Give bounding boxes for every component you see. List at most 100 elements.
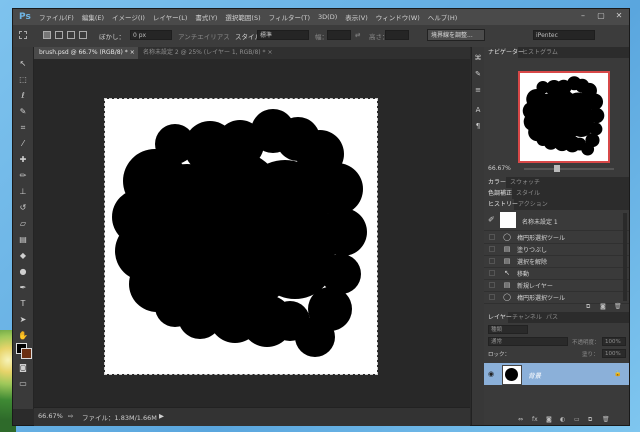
refine-edge-button[interactable]: 境界線を調整... — [427, 29, 485, 41]
layer-row-background[interactable]: ◉ 背景 🔒 — [484, 363, 629, 385]
zoom-slider-thumb[interactable] — [554, 165, 560, 172]
trash-icon[interactable]: 🗑 — [614, 303, 622, 310]
layer-mask-icon[interactable]: ◙ — [546, 416, 552, 423]
eyedropper-tool-icon[interactable]: ⁄ — [16, 137, 30, 151]
menu-file[interactable]: ファイル(F) — [39, 12, 74, 22]
menu-image[interactable]: イメージ(I) — [112, 12, 145, 22]
clone-stamp-tool-icon[interactable]: ⊥ — [16, 185, 30, 199]
properties-icon[interactable]: ≡ — [473, 85, 483, 95]
blur-tool-icon[interactable]: ◆ — [16, 249, 30, 263]
style-select[interactable]: 標準 — [257, 30, 309, 40]
dodge-tool-icon[interactable]: ● — [16, 265, 30, 279]
intersect-selection-icon[interactable] — [79, 31, 87, 39]
blend-mode-select[interactable]: 通常 — [488, 337, 568, 346]
menu-filter[interactable]: フィルター(T) — [269, 12, 310, 22]
maximize-button[interactable]: ▢ — [595, 11, 607, 21]
history-checkbox[interactable] — [489, 246, 495, 252]
document-canvas[interactable] — [104, 98, 378, 375]
tab-styles[interactable]: スタイル — [512, 188, 540, 199]
opacity-input[interactable]: 100% — [602, 337, 626, 346]
tab-brush-psd[interactable]: brush.psd @ 66.7% (RGB/8) * × — [34, 47, 138, 59]
menu-edit[interactable]: 編集(E) — [82, 12, 104, 22]
history-panel-icon[interactable]: ⌘ — [473, 53, 483, 63]
screen-mode-icon[interactable]: ▭ — [16, 377, 30, 391]
new-document-from-state-icon[interactable]: ⧉ — [586, 303, 590, 311]
snapshot-camera-icon[interactable]: ◙ — [600, 303, 606, 310]
antialias-checkbox-label[interactable]: アンチエイリアス — [178, 31, 230, 41]
navigator-preview[interactable] — [518, 71, 610, 163]
tab-actions[interactable]: アクション — [514, 199, 548, 210]
crop-tool-icon[interactable]: ⌗ — [16, 121, 30, 135]
history-checkbox[interactable] — [489, 294, 495, 300]
tab-channels[interactable]: チャンネル — [508, 312, 542, 323]
hand-tool-icon[interactable]: ✋ — [16, 329, 30, 343]
delete-layer-icon[interactable]: 🗑 — [602, 416, 610, 423]
tab-swatches[interactable]: スウォッチ — [506, 177, 542, 188]
character-icon[interactable]: A — [473, 105, 483, 115]
gradient-tool-icon[interactable]: ▤ — [16, 233, 30, 247]
subtract-selection-icon[interactable] — [67, 31, 75, 39]
menu-view[interactable]: 表示(V) — [345, 12, 368, 22]
export-icon[interactable]: ⇨ — [68, 412, 73, 420]
tab-untitled-2[interactable]: 名称未設定 2 @ 25% (レイヤー 1, RGB/8) * × — [138, 47, 300, 59]
history-brush-tool-icon[interactable]: ↺ — [16, 201, 30, 215]
minimize-button[interactable]: – — [577, 11, 589, 21]
swap-icon[interactable]: ⇄ — [355, 31, 360, 39]
marquee-tool-icon[interactable]: ⬚ — [16, 73, 30, 87]
tab-adjustments[interactable]: 色調補正 — [484, 188, 512, 199]
quick-select-tool-icon[interactable]: ✎ — [16, 105, 30, 119]
brush-presets-icon[interactable]: ✎ — [473, 69, 483, 79]
history-brush-icon[interactable]: ✐ — [488, 215, 495, 224]
status-menu-arrow-icon[interactable]: ▶ — [159, 412, 164, 420]
tab-histogram[interactable]: ヒストグラム — [518, 47, 558, 58]
new-group-icon[interactable]: ▭ — [574, 416, 580, 423]
layer-style-icon[interactable]: fx — [532, 416, 538, 423]
tab-color[interactable]: カラー — [484, 177, 506, 188]
fill-input[interactable]: 100% — [602, 349, 626, 358]
tab-navigator[interactable]: ナビゲーター — [484, 47, 524, 58]
new-selection-icon[interactable] — [43, 31, 51, 39]
new-layer-icon[interactable]: ⧉ — [588, 416, 592, 424]
marquee-preset-icon[interactable] — [19, 31, 27, 39]
history-checkbox[interactable] — [489, 258, 495, 264]
menu-layer[interactable]: レイヤー(L) — [153, 12, 188, 22]
brush-tool-icon[interactable]: ✏ — [16, 169, 30, 183]
type-tool-icon[interactable]: T — [16, 297, 30, 311]
tab-layers[interactable]: レイヤー — [484, 312, 512, 323]
tab-paths[interactable]: パス — [542, 312, 560, 323]
history-scrollbar[interactable] — [623, 213, 627, 301]
menu-3d[interactable]: 3D(D) — [318, 13, 337, 21]
lasso-tool-icon[interactable]: ℓ — [16, 89, 30, 103]
eraser-tool-icon[interactable]: ▱ — [16, 217, 30, 231]
navigator-zoom-slider[interactable] — [524, 168, 614, 170]
menu-help[interactable]: ヘルプ(H) — [428, 12, 457, 22]
close-tab-icon[interactable]: × — [267, 49, 272, 56]
navigator-zoom[interactable]: 66.67% — [488, 165, 511, 172]
canvas-area[interactable] — [34, 59, 470, 407]
background-color-swatch[interactable] — [21, 348, 32, 359]
close-tab-icon[interactable]: × — [130, 49, 135, 56]
healing-brush-tool-icon[interactable]: ✚ — [16, 153, 30, 167]
width-input[interactable] — [327, 30, 351, 40]
adjustment-layer-icon[interactable]: ◐ — [560, 416, 565, 423]
height-input[interactable] — [385, 30, 409, 40]
zoom-level[interactable]: 66.67% — [38, 412, 63, 420]
history-snapshot[interactable]: ✐ 名称未設定 1 — [484, 210, 629, 231]
add-selection-icon[interactable] — [55, 31, 63, 39]
menu-select[interactable]: 選択範囲(S) — [225, 12, 260, 22]
visibility-eye-icon[interactable]: ◉ — [488, 370, 494, 378]
history-checkbox[interactable] — [489, 234, 495, 240]
pen-tool-icon[interactable]: ✒ — [16, 281, 30, 295]
link-layers-icon[interactable]: ⇔ — [518, 416, 523, 423]
quick-mask-icon[interactable]: ◙ — [16, 361, 30, 375]
feather-input[interactable]: 0 px — [130, 30, 172, 40]
history-checkbox[interactable] — [489, 282, 495, 288]
layer-filter-select[interactable]: 種類 — [488, 325, 528, 334]
menu-window[interactable]: ウィンドウ(W) — [376, 12, 420, 22]
workspace-select[interactable]: iPentec — [533, 30, 595, 40]
history-checkbox[interactable] — [489, 270, 495, 276]
move-tool-icon[interactable]: ↖ — [16, 57, 30, 71]
paragraph-icon[interactable]: ¶ — [473, 121, 483, 131]
layer-name[interactable]: 背景 — [528, 370, 541, 380]
tab-history[interactable]: ヒストリー — [484, 199, 518, 210]
